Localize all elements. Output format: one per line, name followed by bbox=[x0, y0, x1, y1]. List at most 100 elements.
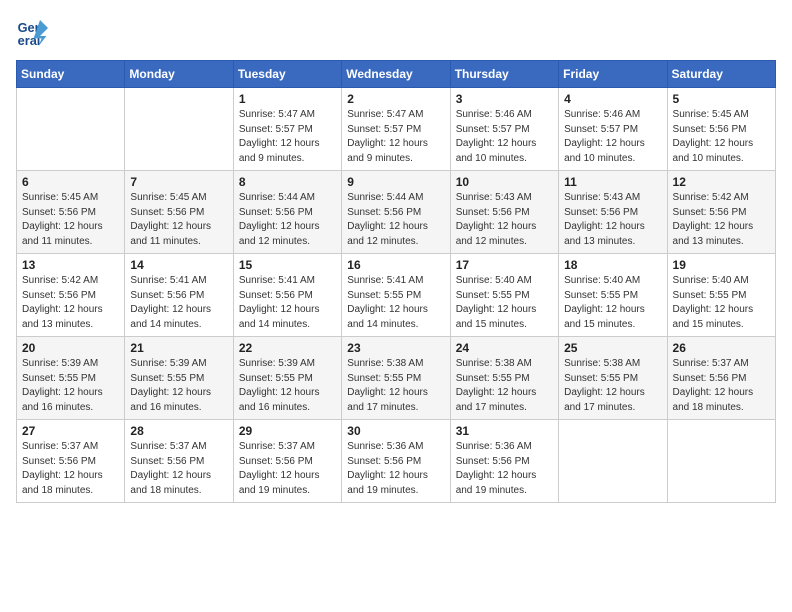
day-number: 14 bbox=[130, 258, 227, 272]
calendar-cell: 11 Sunrise: 5:43 AMSunset: 5:56 PMDayligh… bbox=[559, 171, 667, 254]
day-number: 11 bbox=[564, 175, 661, 189]
logo-icon: Gen eral bbox=[16, 16, 48, 48]
logo: Gen eral bbox=[16, 16, 52, 48]
day-number: 8 bbox=[239, 175, 336, 189]
day-info: Sunrise: 5:43 AMSunset: 5:56 PMDaylight:… bbox=[564, 191, 661, 249]
calendar-cell bbox=[125, 88, 233, 171]
day-info: Sunrise: 5:40 AMSunset: 5:55 PMDaylight:… bbox=[456, 274, 553, 332]
day-number: 10 bbox=[456, 175, 553, 189]
calendar-cell: 28 Sunrise: 5:37 AMSunset: 5:56 PMDayligh… bbox=[125, 420, 233, 503]
day-number: 12 bbox=[673, 175, 770, 189]
calendar-cell: 13 Sunrise: 5:42 AMSunset: 5:56 PMDayligh… bbox=[17, 254, 125, 337]
header-tuesday: Tuesday bbox=[233, 61, 341, 88]
day-info: Sunrise: 5:45 AMSunset: 5:56 PMDaylight:… bbox=[22, 191, 119, 249]
day-number: 4 bbox=[564, 92, 661, 106]
day-info: Sunrise: 5:47 AMSunset: 5:57 PMDaylight:… bbox=[347, 108, 444, 166]
page-header: Gen eral bbox=[16, 16, 776, 48]
day-number: 25 bbox=[564, 341, 661, 355]
calendar-cell: 23 Sunrise: 5:38 AMSunset: 5:55 PMDayligh… bbox=[342, 337, 450, 420]
calendar-week-5: 27 Sunrise: 5:37 AMSunset: 5:56 PMDayligh… bbox=[17, 420, 776, 503]
calendar-cell: 5 Sunrise: 5:45 AMSunset: 5:56 PMDaylight… bbox=[667, 88, 775, 171]
calendar-week-4: 20 Sunrise: 5:39 AMSunset: 5:55 PMDayligh… bbox=[17, 337, 776, 420]
day-info: Sunrise: 5:42 AMSunset: 5:56 PMDaylight:… bbox=[673, 191, 770, 249]
calendar-cell: 14 Sunrise: 5:41 AMSunset: 5:56 PMDayligh… bbox=[125, 254, 233, 337]
calendar-header-row: SundayMondayTuesdayWednesdayThursdayFrid… bbox=[17, 61, 776, 88]
day-number: 6 bbox=[22, 175, 119, 189]
day-info: Sunrise: 5:38 AMSunset: 5:55 PMDaylight:… bbox=[456, 357, 553, 415]
day-info: Sunrise: 5:37 AMSunset: 5:56 PMDaylight:… bbox=[22, 440, 119, 498]
day-info: Sunrise: 5:39 AMSunset: 5:55 PMDaylight:… bbox=[22, 357, 119, 415]
day-info: Sunrise: 5:41 AMSunset: 5:56 PMDaylight:… bbox=[239, 274, 336, 332]
header-monday: Monday bbox=[125, 61, 233, 88]
day-info: Sunrise: 5:47 AMSunset: 5:57 PMDaylight:… bbox=[239, 108, 336, 166]
calendar-cell: 10 Sunrise: 5:43 AMSunset: 5:56 PMDayligh… bbox=[450, 171, 558, 254]
calendar-cell: 26Sunrise: 5:37 AMSunset: 5:56 PMDayligh… bbox=[667, 337, 775, 420]
day-number: 2 bbox=[347, 92, 444, 106]
header-wednesday: Wednesday bbox=[342, 61, 450, 88]
day-number: 21 bbox=[130, 341, 227, 355]
calendar-cell: 15Sunrise: 5:41 AMSunset: 5:56 PMDayligh… bbox=[233, 254, 341, 337]
day-number: 27 bbox=[22, 424, 119, 438]
day-number: 17 bbox=[456, 258, 553, 272]
day-info: Sunrise: 5:42 AMSunset: 5:56 PMDaylight:… bbox=[22, 274, 119, 332]
day-number: 28 bbox=[130, 424, 227, 438]
header-friday: Friday bbox=[559, 61, 667, 88]
day-info: Sunrise: 5:44 AMSunset: 5:56 PMDaylight:… bbox=[239, 191, 336, 249]
calendar-week-2: 6 Sunrise: 5:45 AMSunset: 5:56 PMDaylight… bbox=[17, 171, 776, 254]
calendar-cell: 12 Sunrise: 5:42 AMSunset: 5:56 PMDayligh… bbox=[667, 171, 775, 254]
day-info: Sunrise: 5:38 AMSunset: 5:55 PMDaylight:… bbox=[564, 357, 661, 415]
day-info: Sunrise: 5:38 AMSunset: 5:55 PMDaylight:… bbox=[347, 357, 444, 415]
day-info: Sunrise: 5:46 AMSunset: 5:57 PMDaylight:… bbox=[564, 108, 661, 166]
header-sunday: Sunday bbox=[17, 61, 125, 88]
calendar-cell: 20 Sunrise: 5:39 AMSunset: 5:55 PMDayligh… bbox=[17, 337, 125, 420]
calendar-cell: 3Sunrise: 5:46 AMSunset: 5:57 PMDaylight… bbox=[450, 88, 558, 171]
calendar-cell bbox=[667, 420, 775, 503]
day-info: Sunrise: 5:36 AMSunset: 5:56 PMDaylight:… bbox=[347, 440, 444, 498]
calendar-cell: 1 Sunrise: 5:47 AMSunset: 5:57 PMDaylight… bbox=[233, 88, 341, 171]
day-info: Sunrise: 5:37 AMSunset: 5:56 PMDaylight:… bbox=[239, 440, 336, 498]
day-number: 31 bbox=[456, 424, 553, 438]
day-info: Sunrise: 5:37 AMSunset: 5:56 PMDaylight:… bbox=[130, 440, 227, 498]
day-info: Sunrise: 5:45 AMSunset: 5:56 PMDaylight:… bbox=[130, 191, 227, 249]
calendar-week-1: 1 Sunrise: 5:47 AMSunset: 5:57 PMDaylight… bbox=[17, 88, 776, 171]
calendar-cell: 8 Sunrise: 5:44 AMSunset: 5:56 PMDaylight… bbox=[233, 171, 341, 254]
day-number: 7 bbox=[130, 175, 227, 189]
day-number: 1 bbox=[239, 92, 336, 106]
calendar-cell: 6 Sunrise: 5:45 AMSunset: 5:56 PMDaylight… bbox=[17, 171, 125, 254]
calendar-cell: 2 Sunrise: 5:47 AMSunset: 5:57 PMDaylight… bbox=[342, 88, 450, 171]
day-number: 26 bbox=[673, 341, 770, 355]
calendar-cell: 30 Sunrise: 5:36 AMSunset: 5:56 PMDayligh… bbox=[342, 420, 450, 503]
day-number: 13 bbox=[22, 258, 119, 272]
day-info: Sunrise: 5:39 AMSunset: 5:55 PMDaylight:… bbox=[130, 357, 227, 415]
calendar-cell bbox=[559, 420, 667, 503]
day-number: 18 bbox=[564, 258, 661, 272]
day-number: 24 bbox=[456, 341, 553, 355]
header-thursday: Thursday bbox=[450, 61, 558, 88]
day-info: Sunrise: 5:40 AMSunset: 5:55 PMDaylight:… bbox=[673, 274, 770, 332]
day-number: 19 bbox=[673, 258, 770, 272]
day-info: Sunrise: 5:36 AMSunset: 5:56 PMDaylight:… bbox=[456, 440, 553, 498]
day-info: Sunrise: 5:45 AMSunset: 5:56 PMDaylight:… bbox=[673, 108, 770, 166]
day-number: 5 bbox=[673, 92, 770, 106]
day-info: Sunrise: 5:44 AMSunset: 5:56 PMDaylight:… bbox=[347, 191, 444, 249]
day-info: Sunrise: 5:41 AMSunset: 5:56 PMDaylight:… bbox=[130, 274, 227, 332]
calendar-cell: 22Sunrise: 5:39 AMSunset: 5:55 PMDayligh… bbox=[233, 337, 341, 420]
calendar-cell: 24 Sunrise: 5:38 AMSunset: 5:55 PMDayligh… bbox=[450, 337, 558, 420]
day-number: 20 bbox=[22, 341, 119, 355]
day-number: 3 bbox=[456, 92, 553, 106]
calendar-week-3: 13 Sunrise: 5:42 AMSunset: 5:56 PMDayligh… bbox=[17, 254, 776, 337]
day-info: Sunrise: 5:43 AMSunset: 5:56 PMDaylight:… bbox=[456, 191, 553, 249]
calendar-cell: 17 Sunrise: 5:40 AMSunset: 5:55 PMDayligh… bbox=[450, 254, 558, 337]
calendar-cell: 29Sunrise: 5:37 AMSunset: 5:56 PMDayligh… bbox=[233, 420, 341, 503]
calendar-cell: 4 Sunrise: 5:46 AMSunset: 5:57 PMDaylight… bbox=[559, 88, 667, 171]
calendar-cell: 31 Sunrise: 5:36 AMSunset: 5:56 PMDayligh… bbox=[450, 420, 558, 503]
calendar-cell: 21 Sunrise: 5:39 AMSunset: 5:55 PMDayligh… bbox=[125, 337, 233, 420]
day-info: Sunrise: 5:41 AMSunset: 5:55 PMDaylight:… bbox=[347, 274, 444, 332]
day-number: 30 bbox=[347, 424, 444, 438]
calendar-cell: 9 Sunrise: 5:44 AMSunset: 5:56 PMDaylight… bbox=[342, 171, 450, 254]
calendar-cell: 16Sunrise: 5:41 AMSunset: 5:55 PMDayligh… bbox=[342, 254, 450, 337]
day-number: 9 bbox=[347, 175, 444, 189]
day-number: 23 bbox=[347, 341, 444, 355]
calendar-cell: 27 Sunrise: 5:37 AMSunset: 5:56 PMDayligh… bbox=[17, 420, 125, 503]
day-number: 22 bbox=[239, 341, 336, 355]
